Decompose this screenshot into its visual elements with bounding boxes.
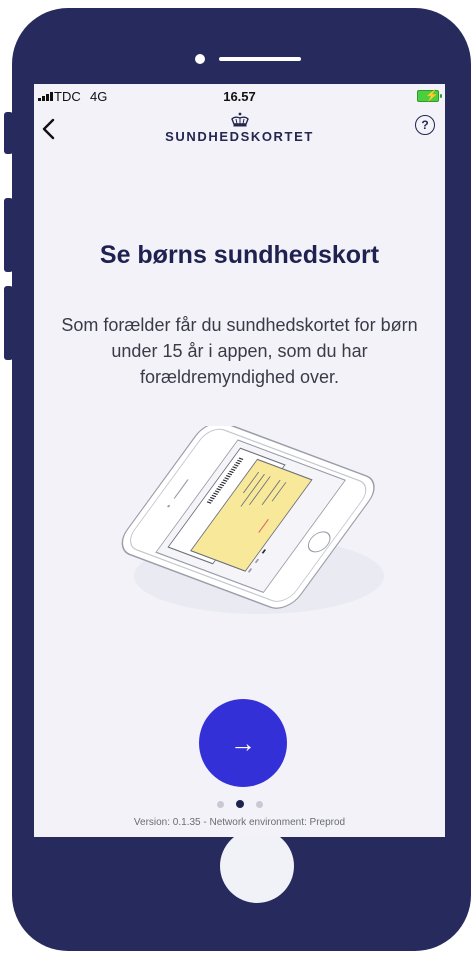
next-button[interactable]: → bbox=[199, 699, 287, 787]
page-description: Som forælder får du sundhedskortet for b… bbox=[61, 315, 418, 387]
mute-switch bbox=[4, 112, 13, 154]
volume-down-button bbox=[4, 286, 13, 360]
speaker-slot bbox=[219, 57, 301, 61]
status-bar: TDC 4G 16.57 ⚡ bbox=[34, 84, 445, 108]
navigation-bar: SUNDHEDSKORTET ? bbox=[34, 108, 445, 152]
app-screen: TDC 4G 16.57 ⚡ SUNDHEDSKORTET ? Se børns… bbox=[34, 84, 445, 837]
crown-icon bbox=[230, 112, 249, 127]
page-dot[interactable] bbox=[255, 800, 263, 808]
camera-dot bbox=[195, 54, 205, 64]
page-dot-active[interactable] bbox=[235, 800, 244, 808]
page-indicator bbox=[34, 800, 445, 808]
home-button[interactable] bbox=[220, 829, 294, 903]
brand-name: SUNDHEDSKORTET bbox=[165, 129, 314, 144]
status-time: 16.57 bbox=[223, 89, 256, 104]
battery-charging-icon: ⚡ bbox=[417, 90, 442, 102]
app-logo: SUNDHEDSKORTET bbox=[34, 112, 445, 144]
volume-up-button bbox=[4, 198, 13, 272]
version-label: Version: 0.1.35 - Network environment: P… bbox=[133, 817, 346, 828]
help-button[interactable]: ? bbox=[415, 115, 435, 135]
page-dot[interactable] bbox=[216, 800, 224, 808]
page-title: Se børns sundhedskort bbox=[99, 241, 380, 269]
phone-with-health-card-illustration bbox=[94, 421, 394, 626]
